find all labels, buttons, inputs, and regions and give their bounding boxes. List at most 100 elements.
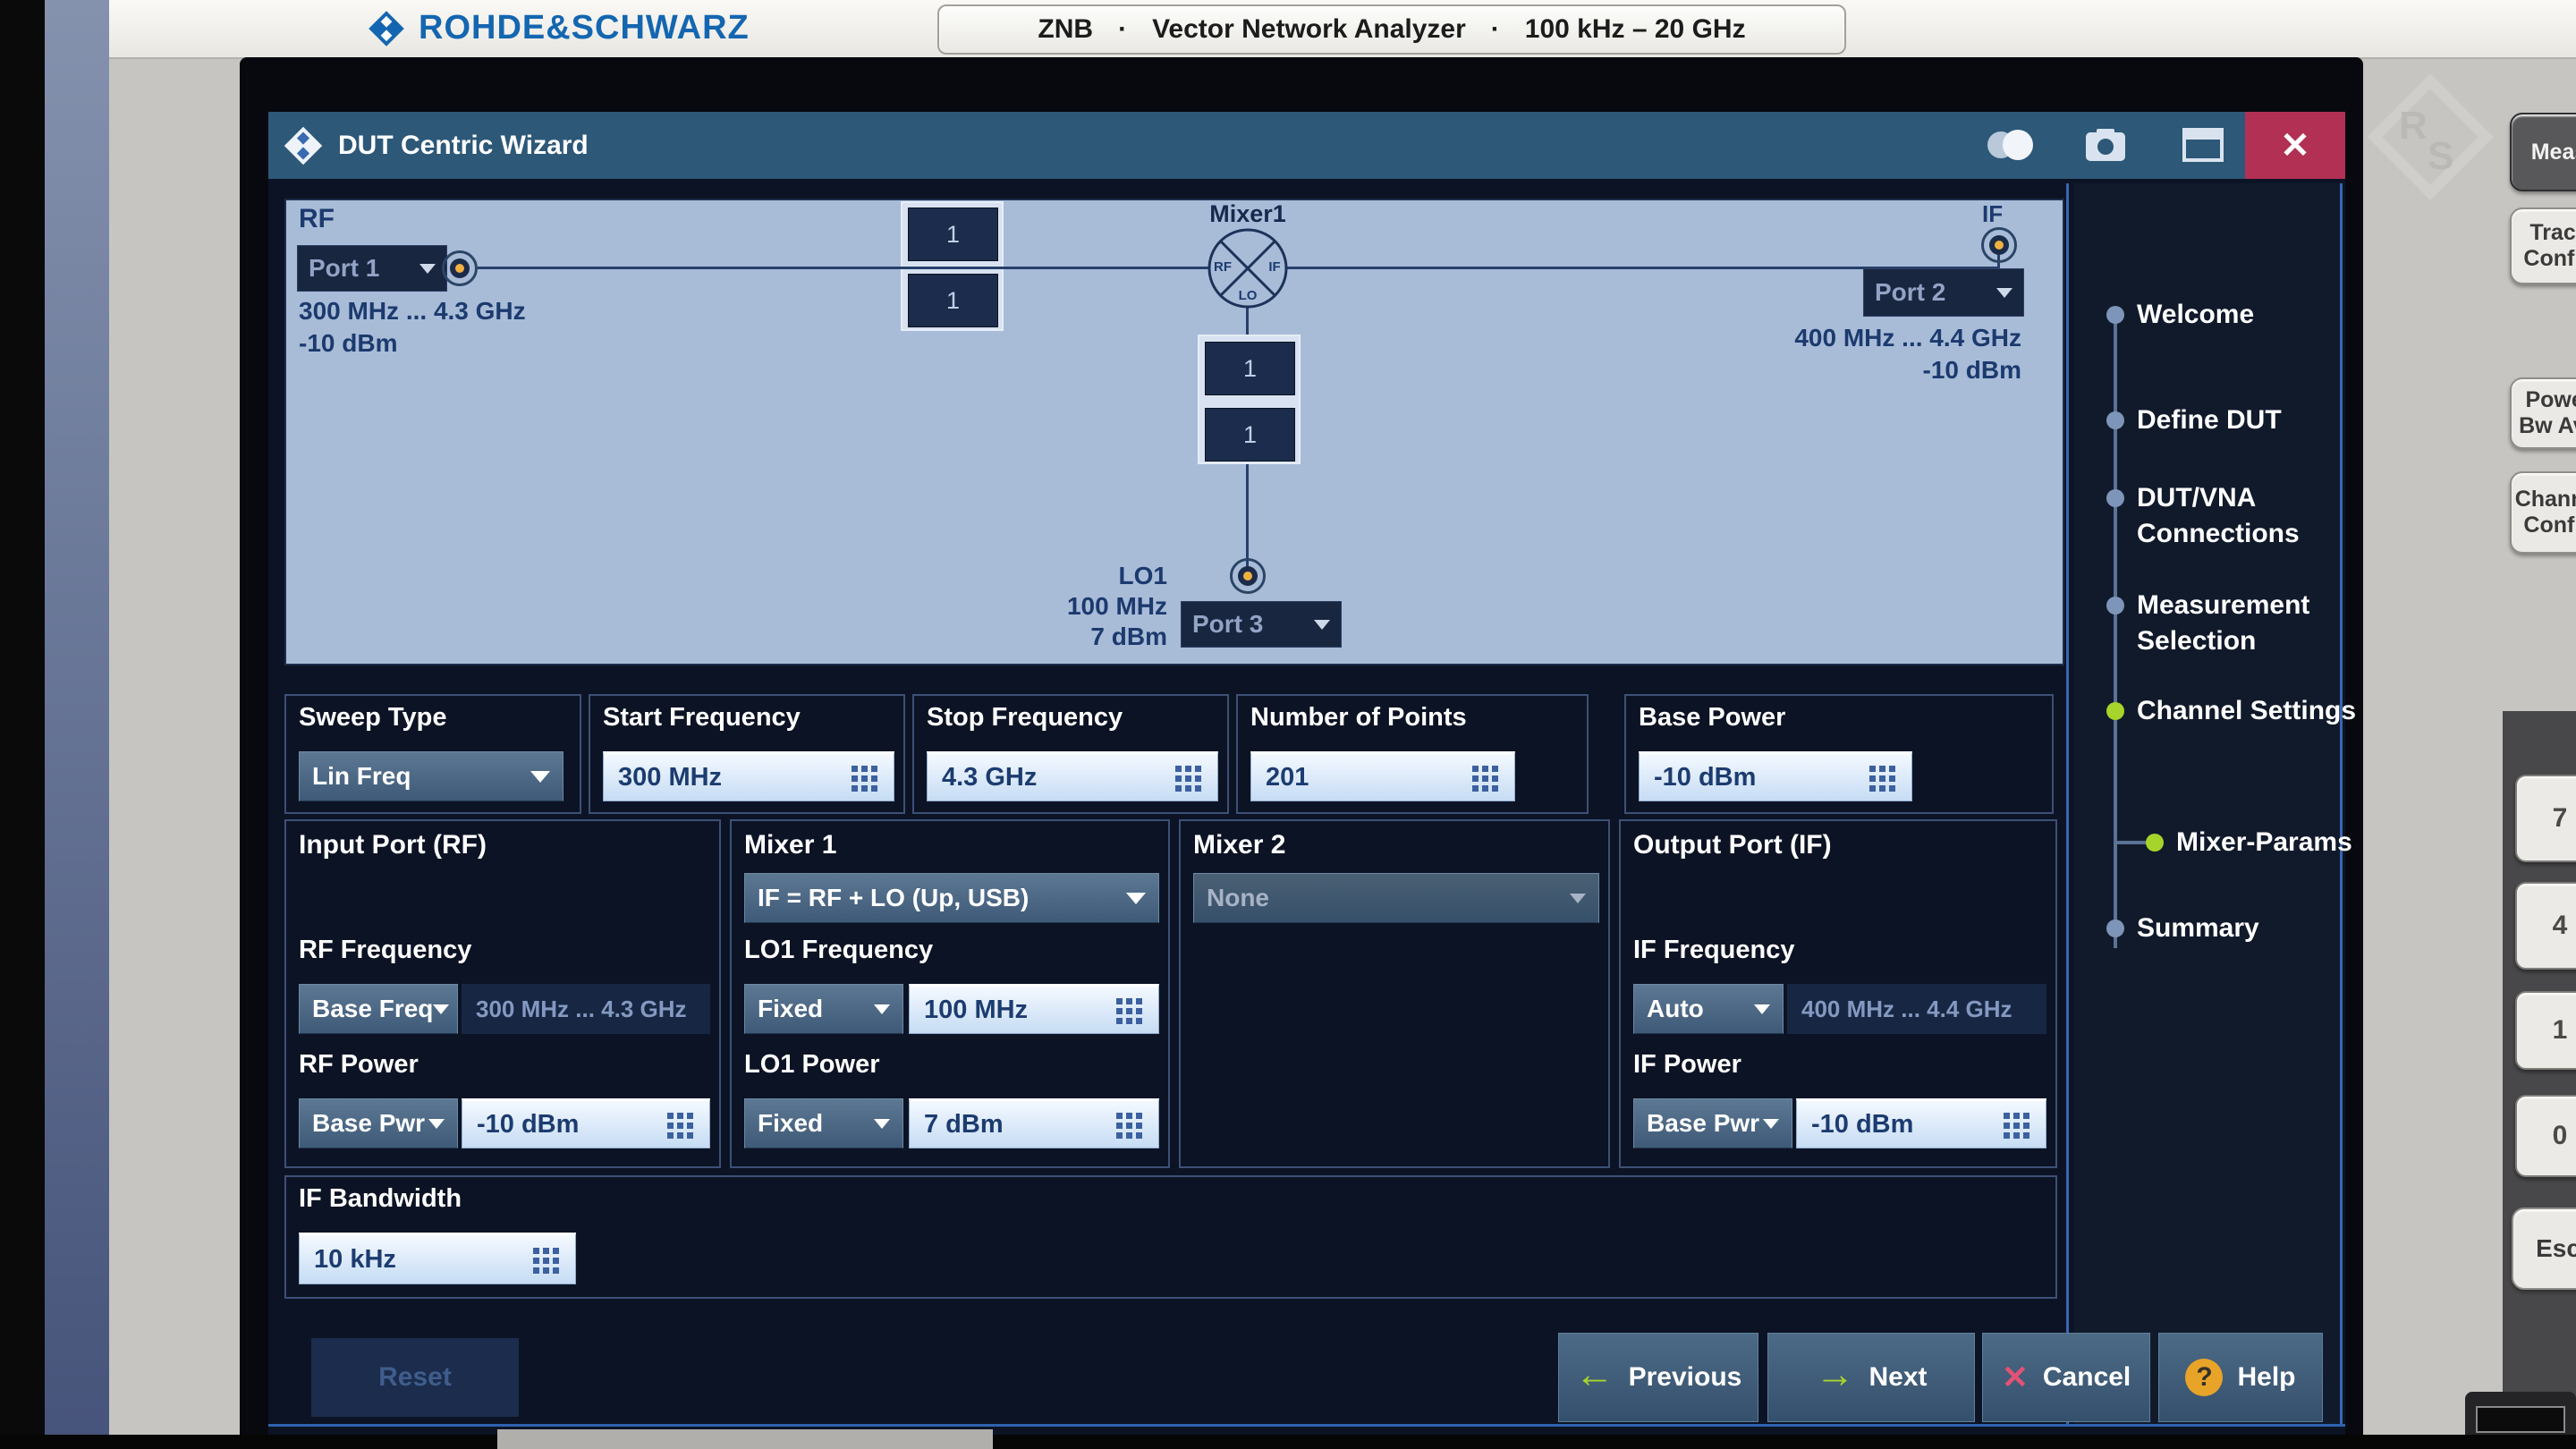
numkey-0[interactable]: 0 (2515, 1095, 2576, 1177)
stop-frequency-input[interactable]: 4.3 GHz (927, 751, 1218, 801)
base-power-input[interactable]: -10 dBm (1639, 751, 1912, 801)
if-frequency-mode-dropdown[interactable]: Auto (1633, 984, 1784, 1034)
keypad-icon[interactable] (533, 1248, 539, 1254)
lo1-power-input[interactable]: 7 dBm (909, 1098, 1159, 1148)
lo1-power-label: LO1 Power (744, 1050, 880, 1080)
lo1-frequency-label: LO1 Frequency (744, 936, 933, 965)
keypad-icon[interactable] (2004, 1113, 2010, 1119)
cancel-x-icon: ✕ (2002, 1359, 2029, 1396)
lo1-frequency-mode-dropdown[interactable]: Fixed (744, 984, 903, 1034)
keypad-icon[interactable] (1116, 998, 1123, 1004)
dialog-rs-diamond-icon (283, 125, 324, 166)
dialog-bottom-line (268, 1424, 2345, 1427)
attenuator-box: 1 (908, 274, 998, 327)
dock-toggle-icon[interactable] (1987, 130, 2032, 160)
if-power-mode-dropdown[interactable]: Base Pwr (1633, 1098, 1792, 1148)
if-bandwidth-input[interactable]: 10 kHz (299, 1233, 576, 1284)
attenuator-value: 1 (1243, 355, 1257, 383)
keypad-icon[interactable] (1869, 766, 1876, 772)
help-button[interactable]: ? Help (2158, 1333, 2323, 1422)
rf-connector-node-icon (442, 250, 478, 286)
lo-connector-node-icon (1230, 558, 1266, 594)
start-frequency-value: 300 MHz (618, 763, 722, 792)
steps-connector-line (2114, 315, 2117, 948)
wizard-steps-sidebar: Welcome Define DUT DUT/VNA Connections M… (2074, 183, 2340, 1424)
hardkey-power-bw-avg[interactable]: Power Bw Avg (2510, 377, 2576, 449)
brand-logo-text: ROHDE&SCHWARZ (419, 9, 750, 47)
rf-line-gap-segment (901, 267, 1004, 269)
rf-power-input[interactable]: -10 dBm (462, 1098, 710, 1148)
rf-power-mode-dropdown[interactable]: Base Pwr (299, 1098, 458, 1148)
sweep-type-label: Sweep Type (299, 703, 446, 733)
next-button[interactable]: → Next (1767, 1333, 1975, 1422)
number-of-points-value: 201 (1266, 763, 1309, 792)
screenshot-camera-icon[interactable] (2086, 129, 2125, 161)
step-channel-settings[interactable]: Channel Settings (2137, 693, 2360, 729)
bezel-rs-watermark: R S (2372, 79, 2488, 195)
badge-name: Vector Network Analyzer (1152, 14, 1466, 45)
number-of-points-input[interactable]: 201 (1250, 751, 1515, 801)
lo1-frequency-input[interactable]: 100 MHz (909, 984, 1159, 1034)
rf-frequency-range-value: 300 MHz ... 4.3 GHz (476, 996, 687, 1023)
if-port-dropdown[interactable]: Port 2 (1863, 268, 2024, 317)
dialog-right-edge-line (2340, 183, 2343, 1424)
attenuator-box: 1 (908, 208, 998, 261)
keypad-icon[interactable] (1116, 1113, 1123, 1119)
step-define-dut[interactable]: Define DUT (2137, 402, 2360, 438)
if-connector-node-icon (1981, 227, 2017, 263)
if-power-mode-value: Base Pwr (1647, 1109, 1759, 1138)
mixer2-conversion-value: None (1207, 884, 1269, 912)
number-of-points-label: Number of Points (1250, 703, 1467, 733)
hardkey-channel-config[interactable]: Channel Config (2510, 471, 2576, 554)
keypad-icon[interactable] (1472, 766, 1479, 772)
reset-button[interactable]: Reset (311, 1338, 519, 1417)
step-measurement-selection[interactable]: Measurement Selection (2137, 588, 2360, 659)
base-power-panel: Base Power -10 dBm (1624, 694, 2054, 814)
hardkey-trace-config[interactable]: Trace Config (2510, 208, 2576, 284)
lo1-power-mode-dropdown[interactable]: Fixed (744, 1098, 903, 1148)
reset-label: Reset (378, 1362, 452, 1393)
rf-port-value: Port 1 (309, 254, 379, 283)
keypad-icon[interactable] (1175, 766, 1182, 772)
numkey-1[interactable]: 1 (2515, 991, 2576, 1070)
rf-power: -10 dBm (299, 329, 397, 358)
rf-power-label: RF Power (299, 1050, 419, 1080)
step-mixer-params[interactable]: Mixer-Params (2176, 825, 2364, 860)
hardkey-esc[interactable]: Esc (2512, 1208, 2576, 1290)
mixer-if-port-label: IF (1261, 259, 1288, 275)
rf-port-dropdown[interactable]: Port 1 (297, 245, 447, 292)
cancel-button[interactable]: ✕ Cancel (1982, 1333, 2150, 1422)
left-blue-strip (45, 0, 109, 1449)
previous-button[interactable]: ← Previous (1558, 1333, 1758, 1422)
stop-frequency-panel: Stop Frequency 4.3 GHz (912, 694, 1229, 814)
model-badge: ZNB · Vector Network Analyzer · 100 kHz … (937, 4, 1846, 55)
numkey-7[interactable]: 7 (2515, 775, 2576, 862)
step-dot-define-dut (2106, 411, 2124, 429)
step-summary[interactable]: Summary (2137, 911, 2360, 946)
numkey-4[interactable]: 4 (2515, 882, 2576, 970)
if-bandwidth-label: IF Bandwidth (299, 1184, 462, 1214)
attenuator-value: 1 (1243, 421, 1257, 449)
rf-frequency-mode-dropdown[interactable]: Base Freq (299, 984, 458, 1034)
attenuator-box: 1 (1205, 408, 1295, 462)
step-dot-dut-vna-connections (2106, 489, 2124, 507)
attenuator-value: 1 (946, 287, 960, 315)
instrument-front-panel: ROHDE&SCHWARZ ZNB · Vector Network Analy… (0, 0, 2576, 1449)
if-power-input[interactable]: -10 dBm (1796, 1098, 2046, 1148)
step-welcome[interactable]: Welcome (2137, 297, 2360, 333)
if-frequency-range-value: 400 MHz ... 4.4 GHz (1801, 996, 2012, 1023)
keypad-icon[interactable] (852, 766, 858, 772)
close-button[interactable]: ✕ (2245, 112, 2345, 179)
badge-model: ZNB (1038, 14, 1093, 45)
mixer1-conversion-dropdown[interactable]: IF = RF + LO (Up, USB) (744, 873, 1159, 923)
hardkey-meas[interactable]: Meas (2510, 113, 2576, 191)
step-dut-vna-connections[interactable]: DUT/VNA Connections (2137, 480, 2360, 552)
sweep-type-dropdown[interactable]: Lin Freq (299, 751, 564, 801)
mixer2-conversion-dropdown[interactable]: None (1193, 873, 1599, 923)
window-restore-icon[interactable] (2182, 128, 2224, 162)
chevron-down-icon (1763, 1119, 1779, 1129)
help-label: Help (2237, 1362, 2295, 1393)
keypad-icon[interactable] (667, 1113, 674, 1119)
start-frequency-input[interactable]: 300 MHz (603, 751, 894, 801)
lo-port-dropdown[interactable]: Port 3 (1181, 601, 1342, 648)
